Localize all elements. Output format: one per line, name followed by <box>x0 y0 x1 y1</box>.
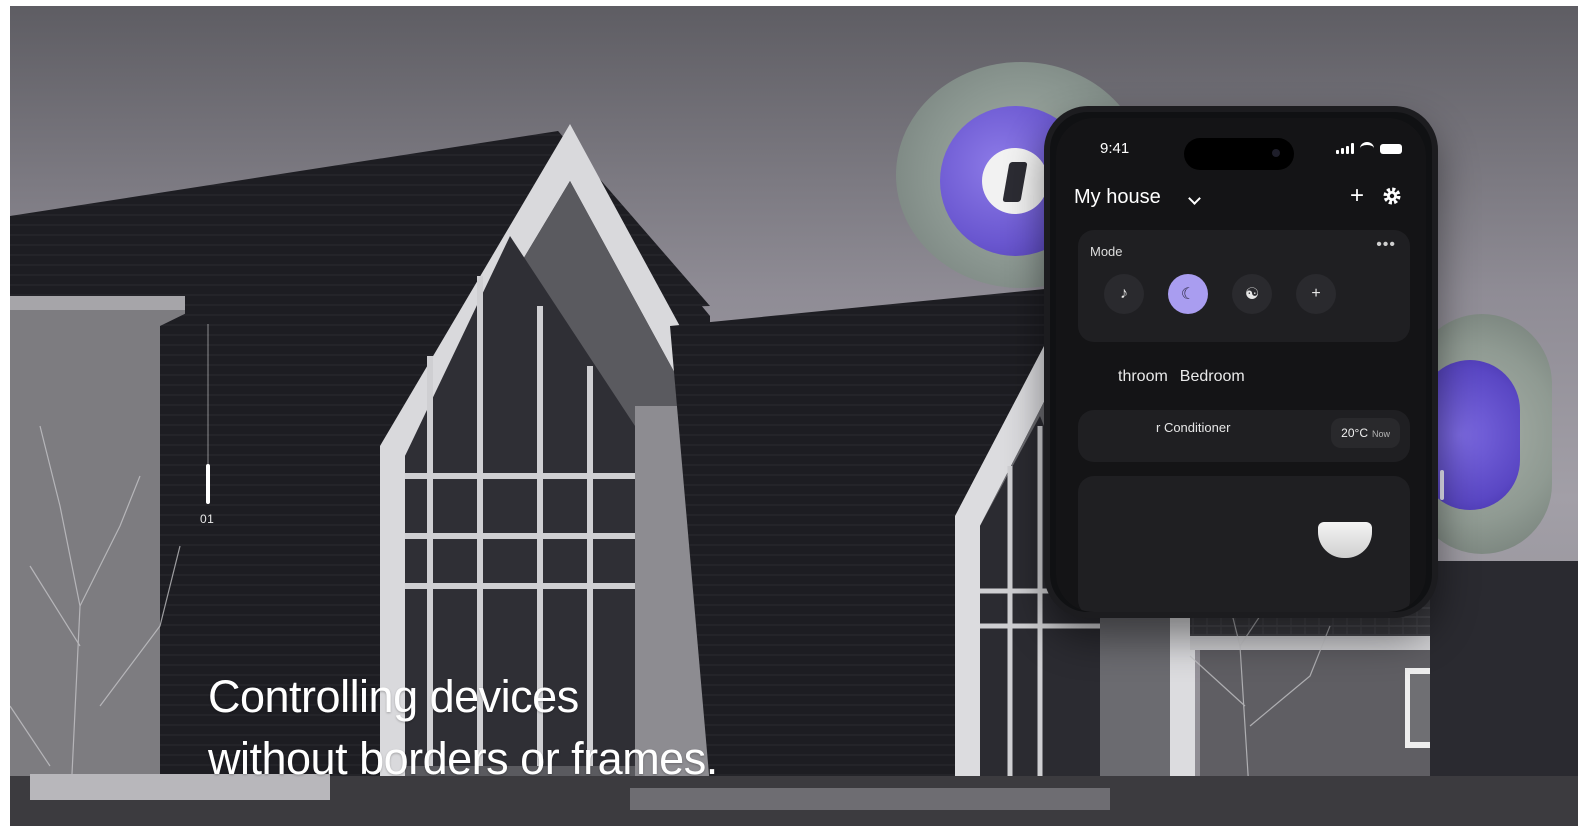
room-tabs: throom Bedroom <box>1118 368 1245 386</box>
slide-number: 01 <box>200 512 215 526</box>
more-icon[interactable]: ••• <box>1376 236 1396 254</box>
phone-mockup: 9:41 My house + Mode ••• ♪ ☾ ☯ + throom … <box>1044 106 1438 618</box>
temperature-badge: 20°C Now <box>1331 418 1400 448</box>
moon-icon[interactable]: ☾ <box>1168 274 1208 314</box>
battery-icon <box>1380 143 1402 154</box>
phone-screen: 9:41 My house + Mode ••• ♪ ☾ ☯ + throom … <box>1056 118 1426 612</box>
tab-bathroom[interactable]: throom <box>1118 368 1168 386</box>
dial-knob <box>982 148 1048 214</box>
slide-progress-fill <box>206 464 210 504</box>
air-conditioner-card[interactable]: r Conditioner 20°C Now <box>1078 410 1410 462</box>
temperature-value: 20°C <box>1341 426 1368 440</box>
music-note-icon[interactable]: ♪ <box>1104 274 1144 314</box>
add-button[interactable]: + <box>1350 184 1364 208</box>
signal-icon <box>1336 143 1354 154</box>
wifi-icon <box>1360 142 1374 155</box>
hero-headline: Controlling devices without borders or f… <box>208 666 718 790</box>
mode-label: Mode <box>1090 244 1123 259</box>
dynamic-island <box>1184 138 1294 170</box>
slide-progress <box>206 324 210 504</box>
device-name: r Conditioner <box>1156 420 1231 435</box>
status-icons <box>1336 142 1402 155</box>
meditation-icon[interactable]: ☯ <box>1232 274 1272 314</box>
mode-card: Mode ••• ♪ ☾ ☯ + <box>1078 230 1410 342</box>
plus-icon[interactable]: + <box>1296 274 1336 314</box>
lamp-card[interactable] <box>1078 476 1410 612</box>
chevron-down-icon[interactable] <box>1188 192 1201 205</box>
tab-bedroom[interactable]: Bedroom <box>1180 368 1245 386</box>
headline-line-2: without borders or frames. <box>208 733 718 784</box>
lamp-icon <box>1318 522 1372 558</box>
dial-indicator <box>1440 470 1444 500</box>
status-time: 9:41 <box>1100 140 1130 157</box>
temperature-note: Now <box>1371 429 1390 439</box>
gear-icon[interactable] <box>1382 186 1402 206</box>
headline-line-1: Controlling devices <box>208 671 579 722</box>
house-selector[interactable]: My house <box>1074 186 1161 209</box>
hero-banner: 9:41 My house + Mode ••• ♪ ☾ ☯ + throom … <box>10 6 1578 826</box>
camera-icon <box>1272 149 1280 157</box>
